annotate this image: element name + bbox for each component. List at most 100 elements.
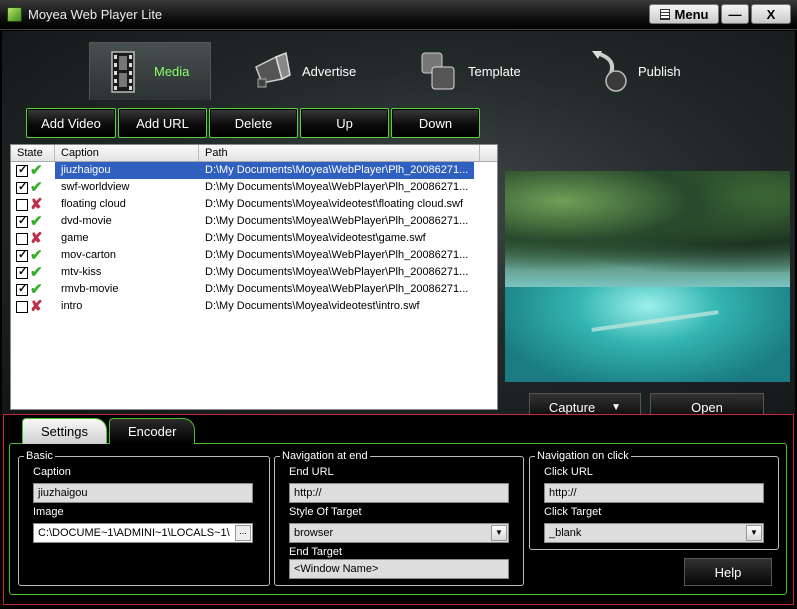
- minimize-button[interactable]: —: [721, 4, 749, 24]
- nav-tab-publish[interactable]: Publish: [588, 42, 708, 100]
- video-preview: [505, 171, 790, 382]
- end-url-field[interactable]: http://: [289, 483, 509, 503]
- menu-button[interactable]: Menu: [649, 4, 719, 24]
- state-cell: ✔: [11, 162, 55, 179]
- list-item[interactable]: ✔ jiuzhaigouD:\My Documents\Moyea\WebPlay…: [11, 162, 497, 179]
- row-checkbox[interactable]: [16, 281, 28, 298]
- path-cell: D:\My Documents\Moyea\WebPlayer\Plh_2008…: [205, 181, 469, 193]
- path-cell: D:\My Documents\Moyea\videotest\floating…: [205, 198, 464, 210]
- navigation-end-legend: Navigation at end: [282, 450, 368, 462]
- chevron-down-icon[interactable]: ▼: [746, 525, 762, 541]
- nav-tab-media[interactable]: Media: [89, 42, 211, 100]
- settings-tabs: Settings Encoder: [22, 418, 197, 444]
- style-of-target-value: browser: [294, 527, 334, 539]
- check-mark-icon: ✔: [30, 178, 43, 196]
- end-target-field[interactable]: <Window Name>: [289, 559, 509, 579]
- click-url-field[interactable]: http://: [544, 483, 764, 503]
- row-checkbox[interactable]: [16, 198, 28, 211]
- column-state[interactable]: State: [11, 145, 55, 161]
- list-rows: ✔jiuzhaigouD:\My Documents\Moyea\WebPlay…: [11, 162, 497, 315]
- check-mark-icon: ✔: [30, 246, 43, 264]
- media-list[interactable]: State Caption Path ✔jiuzhaigouD:\My Docu…: [10, 144, 498, 410]
- delete-button[interactable]: Delete: [209, 108, 298, 138]
- add-video-button[interactable]: Add Video: [26, 108, 116, 138]
- list-item[interactable]: ✔ swf-worldview D:\My Documents\Moyea\WebP…: [11, 179, 497, 196]
- list-item[interactable]: ✘ floating cloud D:\My Documents\Moyea\vid…: [11, 196, 497, 213]
- caption-cell: mov-carton: [61, 249, 117, 261]
- preview-lake: [505, 287, 790, 382]
- image-label: Image: [33, 506, 64, 518]
- caption-cell: floating cloud: [61, 198, 126, 210]
- app-icon: [7, 7, 22, 22]
- close-button[interactable]: X: [751, 4, 791, 24]
- caption-cell: intro: [61, 300, 83, 312]
- state-cell: ✔: [11, 179, 55, 196]
- image-field[interactable]: C:\DOCUME~1\ADMINI~1\LOCALS~1\ ...: [33, 523, 253, 543]
- help-button[interactable]: Help: [684, 558, 772, 586]
- end-url-label: End URL: [289, 466, 334, 478]
- check-mark-icon: ✔: [30, 280, 43, 298]
- state-cell: ✘: [11, 298, 55, 315]
- caption-field[interactable]: jiuzhaigou: [33, 483, 253, 503]
- list-item[interactable]: ✔ rmvb-movie D:\My Documents\Moyea\WebPlay…: [11, 281, 497, 298]
- menu-list-icon: [659, 8, 670, 20]
- caption-cell: swf-worldview: [61, 181, 130, 193]
- row-checkbox[interactable]: [16, 264, 28, 281]
- nav-tab-advertise[interactable]: Advertise: [252, 42, 372, 100]
- row-checkbox[interactable]: [16, 179, 28, 196]
- tab-settings[interactable]: Settings: [22, 418, 107, 444]
- state-cell: ✔: [11, 247, 55, 264]
- navigation-click-legend: Navigation on click: [537, 450, 629, 462]
- click-target-value: _blank: [549, 527, 582, 539]
- click-target-select[interactable]: _blank ▼: [544, 523, 764, 543]
- cross-mark-icon: ✘: [30, 195, 43, 213]
- style-of-target-label: Style Of Target: [289, 506, 362, 518]
- add-url-button[interactable]: Add URL: [118, 108, 207, 138]
- caption-cell: dvd-movie: [61, 215, 112, 227]
- list-item[interactable]: ✘ game D:\My Documents\Moyea\videotest\gam…: [11, 230, 497, 247]
- column-caption[interactable]: Caption: [55, 145, 199, 161]
- up-button[interactable]: Up: [300, 108, 389, 138]
- row-checkbox[interactable]: [16, 232, 28, 245]
- image-path-text: C:\DOCUME~1\ADMINI~1\LOCALS~1\: [38, 527, 230, 539]
- path-cell: D:\My Documents\Moyea\WebPlayer\Plh_2008…: [205, 266, 469, 278]
- window-title: Moyea Web Player Lite: [28, 7, 163, 22]
- template-icon: [421, 52, 455, 90]
- check-mark-icon: ✔: [30, 212, 43, 230]
- nav-tab-template[interactable]: Template: [418, 42, 538, 100]
- click-target-label: Click Target: [544, 506, 602, 518]
- film-icon: [111, 50, 135, 93]
- chevron-down-icon[interactable]: ▼: [491, 525, 507, 541]
- publish-icon: [592, 51, 627, 92]
- state-cell: ✘: [11, 230, 55, 247]
- cross-mark-icon: ✘: [30, 297, 43, 315]
- path-cell: D:\My Documents\Moyea\videotest\game.swf: [205, 232, 426, 244]
- column-path[interactable]: Path: [199, 145, 480, 161]
- style-of-target-select[interactable]: browser ▼: [289, 523, 509, 543]
- row-checkbox[interactable]: [16, 247, 28, 264]
- row-checkbox[interactable]: [16, 300, 28, 313]
- minimize-icon: —: [728, 6, 742, 22]
- list-item[interactable]: ✔ mov-carton D:\My Documents\Moyea\WebPlay…: [11, 247, 497, 264]
- caption-cell: game: [61, 232, 89, 244]
- basic-legend: Basic: [26, 450, 53, 462]
- title-bar: Moyea Web Player Lite Menu — X: [0, 0, 797, 30]
- row-checkbox[interactable]: [16, 213, 28, 230]
- capture-label: Capture: [548, 399, 596, 415]
- tab-encoder[interactable]: Encoder: [108, 418, 196, 444]
- caption-label: Caption: [33, 466, 71, 478]
- state-cell: ✔: [11, 213, 55, 230]
- path-cell: D:\My Documents\Moyea\WebPlayer\Plh_2008…: [205, 283, 469, 295]
- cross-mark-icon: ✘: [30, 229, 43, 247]
- list-header: State Caption Path: [11, 145, 497, 162]
- list-item[interactable]: ✔ mtv-kiss D:\My Documents\Moyea\WebPlayer…: [11, 264, 497, 281]
- list-item[interactable]: ✔ dvd-movie D:\My Documents\Moyea\WebPlaye…: [11, 213, 497, 230]
- menu-label: Menu: [674, 6, 709, 22]
- browse-button[interactable]: ...: [235, 525, 251, 541]
- caption-cell: rmvb-movie: [61, 283, 119, 295]
- down-button[interactable]: Down: [391, 108, 480, 138]
- nav-tab-label: Publish: [638, 63, 681, 79]
- row-checkbox[interactable]: [16, 162, 28, 179]
- path-cell: D:\My Documents\Moyea\videotest\intro.sw…: [205, 300, 420, 312]
- list-item[interactable]: ✘ intro D:\My Documents\Moyea\videotest\in…: [11, 298, 497, 315]
